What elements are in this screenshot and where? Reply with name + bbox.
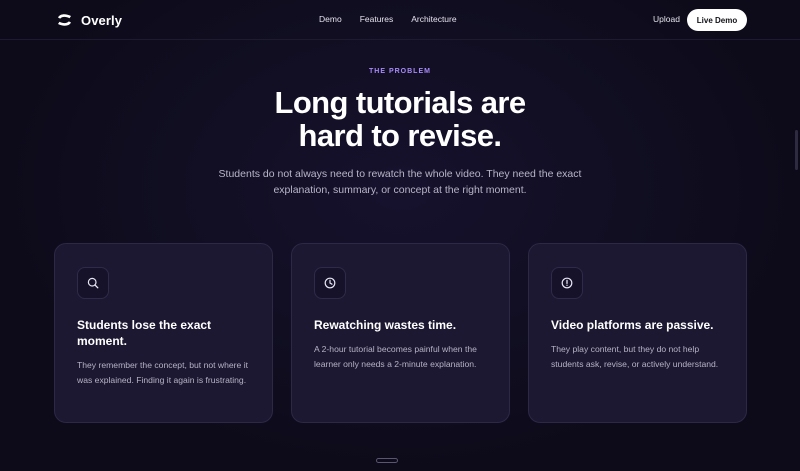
alert-circle-icon xyxy=(561,277,573,289)
hero-subtitle-line-2: explanation, summary, or concept at the … xyxy=(273,184,527,196)
card-icon-box xyxy=(551,267,583,299)
card-title: Video platforms are passive. xyxy=(551,318,714,332)
problem-card-lost-moment: Students lose the exact moment. They rem… xyxy=(54,243,273,423)
card-icon-box xyxy=(77,267,109,299)
card-title: Students lose the exact moment. xyxy=(77,318,212,348)
card-body: They remember the concept, but not where… xyxy=(77,360,249,385)
card-body: They play content, but they do not help … xyxy=(551,344,719,369)
brand-name: Overly xyxy=(81,12,123,28)
hero-subtitle-line-1: Students do not always need to rewatch t… xyxy=(218,168,582,180)
hero-subtitle: Students do not always need to rewatch t… xyxy=(190,166,610,198)
problem-card-passive-platforms: Video platforms are passive. They play c… xyxy=(528,243,747,423)
card-body: A 2-hour tutorial becomes painful when t… xyxy=(314,344,477,369)
brand[interactable]: Overly xyxy=(56,11,122,29)
upload-link[interactable]: Upload xyxy=(653,14,680,24)
nav-link-demo[interactable]: Demo xyxy=(319,14,342,24)
page-title-line-2: hard to revise. xyxy=(298,118,503,153)
page-scrollbar[interactable] xyxy=(795,130,798,170)
problem-card-rewatching: Rewatching wastes time. A 2-hour tutoria… xyxy=(291,243,510,423)
section-eyebrow: THE PROBLEM xyxy=(369,68,431,75)
nav-link-features[interactable]: Features xyxy=(360,14,394,24)
clock-icon xyxy=(324,277,336,289)
nav-link-architecture[interactable]: Architecture xyxy=(411,14,456,24)
top-nav: Overly Demo Features Architecture Upload… xyxy=(0,0,800,40)
live-demo-button[interactable]: Live Demo xyxy=(687,9,747,31)
card-icon-box xyxy=(314,267,346,299)
search-icon xyxy=(87,277,99,289)
overly-logo-icon xyxy=(58,14,71,26)
page-title: Long tutorials are hard to revise. xyxy=(0,86,800,152)
scroll-indicator[interactable] xyxy=(376,458,398,463)
nav-links: Demo Features Architecture xyxy=(319,14,457,24)
page-title-line-1: Long tutorials are xyxy=(274,85,526,120)
card-title: Rewatching wastes time. xyxy=(314,318,457,332)
